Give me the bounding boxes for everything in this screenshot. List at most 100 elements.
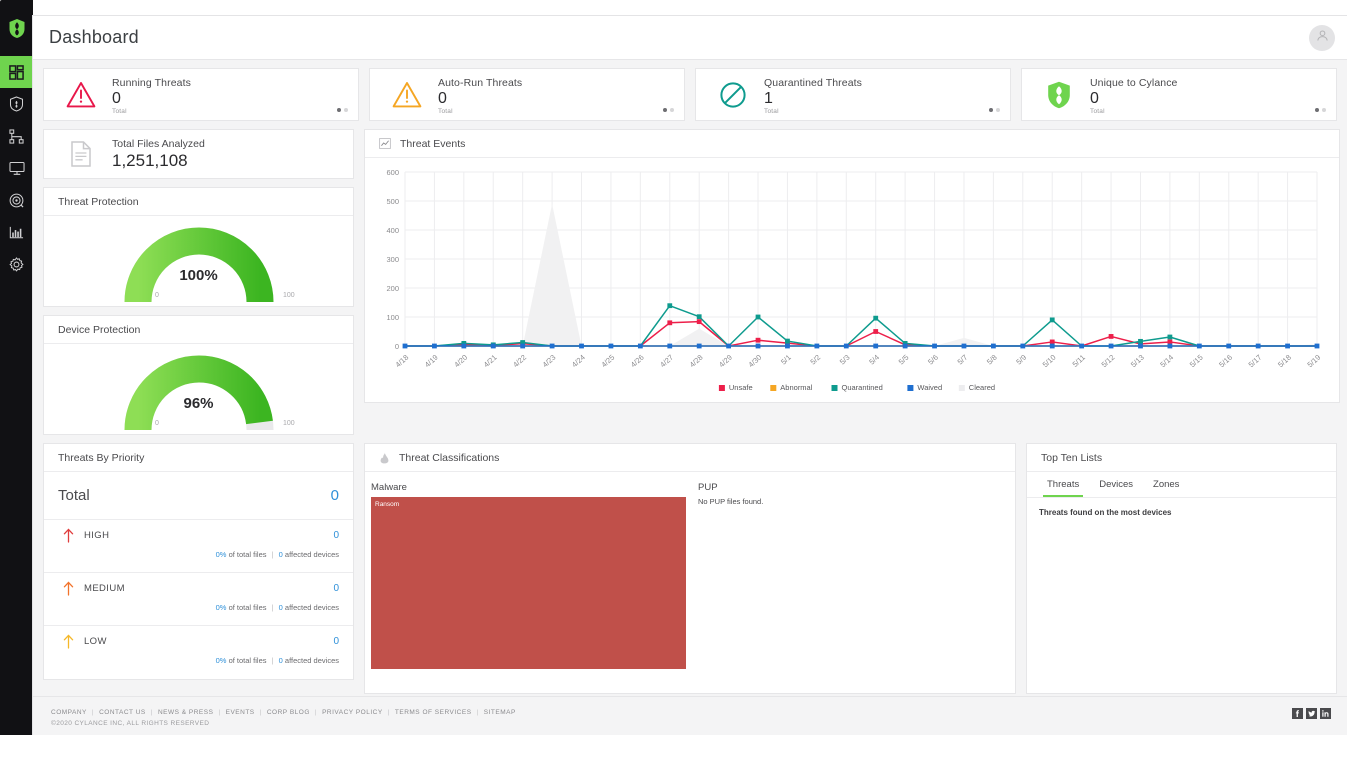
- threat-events-chart: 0 100 200 300 400 500 600 4/18 4/19 4/20 4/21 4/22 4…: [365, 158, 1339, 402]
- x-axis-tick: 5/4: [867, 353, 881, 367]
- pup-heading: PUP: [698, 482, 718, 493]
- sidebar-item-dashboard[interactable]: [0, 56, 33, 88]
- stat-label: Running Threats: [112, 76, 191, 89]
- malware-treemap-block-ransom[interactable]: Ransom: [371, 497, 686, 669]
- card-pager-dots[interactable]: [337, 108, 348, 112]
- stat-card-unique-to-cylance[interactable]: Unique to Cylance 0 Total: [1021, 68, 1337, 121]
- sidebar-item-reports[interactable]: [0, 216, 33, 248]
- device-protection-title: Device Protection: [58, 323, 141, 336]
- stat-card-running-threats[interactable]: Running Threats 0 Total: [43, 68, 359, 121]
- x-axis-tick: 4/21: [482, 353, 499, 369]
- bottom-strip: [0, 735, 1347, 758]
- card-pager-dots[interactable]: [1315, 108, 1326, 112]
- monitor-icon: [8, 161, 25, 176]
- legend-item-unsafe[interactable]: Unsafe: [729, 383, 753, 392]
- x-axis-tick: 4/20: [452, 353, 469, 369]
- y-axis-tick: 300: [386, 255, 399, 264]
- x-axis-tick: 5/18: [1276, 353, 1293, 369]
- app-window: Dashboard Running Threats 0 Total Auto-R…: [33, 16, 1347, 735]
- stat-value: 0: [1090, 89, 1099, 107]
- device-protection-percent: 96%: [183, 395, 214, 412]
- footer-link[interactable]: TERMS OF SERVICES: [395, 709, 472, 716]
- legend-item-quarantined[interactable]: Quarantined: [842, 383, 883, 392]
- priority-pct-suffix: of total files: [228, 603, 267, 612]
- card-pager-dots[interactable]: [989, 108, 1000, 112]
- x-axis-tick: 5/7: [956, 353, 970, 367]
- x-axis-tick: 5/10: [1041, 353, 1058, 369]
- twitter-icon[interactable]: [1306, 708, 1317, 719]
- total-files-value: 1,251,108: [112, 151, 188, 170]
- priority-devices: 0: [278, 656, 283, 665]
- linkedin-icon[interactable]: [1320, 708, 1331, 719]
- priority-count[interactable]: 0: [333, 530, 339, 541]
- priority-row-medium[interactable]: MEDIUM 0 0% of total files | 0 affected …: [44, 573, 353, 626]
- device-protection-card: Device Protection 96% 0 100: [43, 315, 354, 435]
- top-ten-lists-card: Top Ten Lists Threats Devices Zones Thre…: [1026, 443, 1337, 694]
- stat-card-quarantined-threats[interactable]: Quarantined Threats 1 Total: [695, 68, 1011, 121]
- page-title: Dashboard: [49, 27, 139, 47]
- priority-devices-suffix: affected devices: [284, 550, 339, 559]
- main-row: Total Files Analyzed 1,251,108 Threat Pr…: [43, 129, 1340, 435]
- sidebar-item-protection[interactable]: [0, 88, 33, 120]
- priority-count[interactable]: 0: [333, 636, 339, 647]
- threat-events-header: Threat Events: [365, 130, 1339, 158]
- threats-total-value[interactable]: 0: [331, 487, 339, 504]
- document-icon: [50, 141, 112, 167]
- footer-link[interactable]: COMPANY: [51, 709, 87, 716]
- footer-link[interactable]: CONTACT US: [99, 709, 146, 716]
- arrow-up-icon: [58, 528, 78, 543]
- top-ten-title: Top Ten Lists: [1041, 451, 1103, 464]
- total-files-analyzed-card[interactable]: Total Files Analyzed 1,251,108: [43, 129, 354, 179]
- x-axis-tick: 4/26: [629, 353, 646, 369]
- footer-links: COMPANY | CONTACT US | NEWS & PRESS | EVENTS | C…: [51, 709, 1331, 716]
- threat-classifications-title: Threat Classifications: [399, 451, 500, 464]
- cylance-logo[interactable]: [0, 0, 33, 56]
- facebook-icon[interactable]: [1292, 708, 1303, 719]
- avatar[interactable]: [1309, 25, 1335, 51]
- line-chart-icon: [379, 138, 391, 149]
- card-pager-dots[interactable]: [663, 108, 674, 112]
- gauge-arc: [124, 355, 273, 431]
- priority-row-high[interactable]: HIGH 0 0% of total files | 0 affected de…: [44, 520, 353, 573]
- priority-row-low[interactable]: LOW 0 0% of total files | 0 affected dev…: [44, 626, 353, 679]
- footer-separator: |: [91, 709, 95, 716]
- legend-item-waived[interactable]: Waived: [917, 383, 942, 392]
- tab-threats[interactable]: Threats: [1037, 472, 1089, 497]
- priority-name: LOW: [84, 636, 107, 647]
- gear-icon: [9, 256, 24, 272]
- x-axis-tick: 5/6: [926, 353, 940, 367]
- priority-devices: 0: [278, 550, 283, 559]
- threat-events-card: Threat Events 0 100 200 300 400 500 600 4/18 4/1…: [364, 129, 1340, 403]
- y-axis-tick: 600: [386, 168, 399, 177]
- stat-card-auto-run-threats[interactable]: Auto-Run Threats 0 Total: [369, 68, 685, 121]
- top-ten-tabs: Threats Devices Zones: [1027, 472, 1336, 498]
- priority-count[interactable]: 0: [333, 583, 339, 594]
- x-axis-tick: 4/30: [746, 353, 763, 369]
- tab-devices[interactable]: Devices: [1089, 472, 1143, 497]
- footer-link[interactable]: SITEMAP: [484, 709, 516, 716]
- footer-separator: |: [314, 709, 318, 716]
- y-axis-tick: 200: [386, 284, 399, 293]
- sidebar-item-settings[interactable]: [0, 248, 33, 280]
- threat-classifications-header: Threat Classifications: [365, 444, 1015, 472]
- x-axis-tick: 5/9: [1014, 353, 1028, 367]
- footer-link[interactable]: NEWS & PRESS: [158, 709, 213, 716]
- tab-zones[interactable]: Zones: [1143, 472, 1189, 497]
- dashboard-content: Running Threats 0 Total Auto-Run Threats…: [33, 60, 1347, 719]
- malware-heading: Malware: [371, 482, 407, 493]
- footer-link[interactable]: EVENTS: [226, 709, 255, 716]
- x-axis-tick: 5/12: [1100, 353, 1117, 369]
- sidebar-item-devices[interactable]: [0, 152, 33, 184]
- x-axis-tick: 4/28: [688, 353, 705, 369]
- footer-separator: |: [259, 709, 262, 716]
- stat-label: Unique to Cylance: [1090, 76, 1178, 89]
- footer-link[interactable]: PRIVACY POLICY: [322, 709, 383, 716]
- threat-protection-title: Threat Protection: [58, 195, 139, 208]
- legend-item-cleared[interactable]: Cleared: [969, 383, 995, 392]
- footer-link[interactable]: CORP BLOG: [267, 709, 310, 716]
- pup-empty-text: No PUP files found.: [698, 497, 764, 506]
- sidebar-item-zones[interactable]: [0, 120, 33, 152]
- legend-item-abnormal[interactable]: Abnormal: [780, 383, 812, 392]
- footer-separator: |: [387, 709, 390, 716]
- sidebar-item-detection[interactable]: [0, 184, 33, 216]
